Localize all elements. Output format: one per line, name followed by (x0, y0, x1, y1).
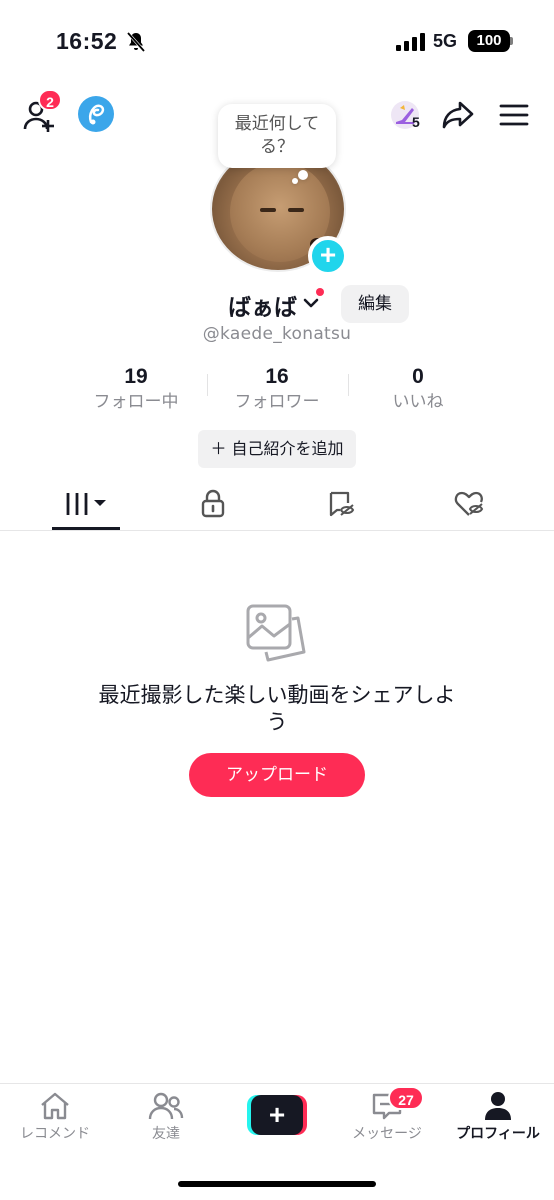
tab-liked[interactable] (434, 482, 504, 526)
stat-followers[interactable]: 16 フォロワー (207, 364, 347, 414)
following-count: 19 (124, 365, 148, 388)
nav-divider (0, 1083, 554, 1084)
profile-icon (485, 1092, 511, 1120)
edit-profile-button[interactable]: 編集 (341, 285, 409, 323)
dog-eye-left (260, 208, 276, 212)
display-name[interactable]: ばぁば (228, 288, 297, 322)
empty-state-message: 最近撮影した楽しい動画をシェアしよう (98, 683, 456, 734)
nav-label-home: レコメンド (20, 1126, 90, 1142)
status-bar: 16:52 5G 100 (0, 0, 554, 80)
likes-label: いいね (392, 392, 444, 412)
hidden-repost-icon (329, 491, 355, 517)
app-shortcut-icon[interactable] (78, 96, 114, 132)
lock-icon (201, 489, 225, 518)
bubble-tail (298, 170, 308, 180)
status-bubble[interactable]: 最近何してる？ (218, 104, 336, 168)
level-number: 5 (412, 114, 420, 130)
battery-icon: 100 (468, 30, 510, 52)
tab-videos[interactable] (52, 482, 122, 526)
dog-eye-right (288, 208, 304, 212)
nav-item-friends[interactable]: 友達 (111, 1090, 221, 1150)
add-bio-button[interactable]: ＋ 自己紹介を追加 (198, 430, 356, 468)
following-label: フォロー中 (93, 392, 179, 412)
signal-icon (396, 33, 425, 51)
friend-requests-badge: 2 (38, 89, 62, 111)
grid-icon (66, 493, 106, 515)
messages-badge: 27 (388, 1086, 424, 1110)
stat-following[interactable]: 19 フォロー中 (66, 364, 206, 414)
battery-level: 100 (476, 32, 502, 49)
hidden-liked-icon (454, 491, 484, 516)
nav-item-profile[interactable]: プロフィール (443, 1090, 553, 1150)
nav-label-inbox: メッセージ (352, 1126, 422, 1142)
nav-label-profile: プロフィール (456, 1126, 540, 1142)
username: @kaede_konatsu (202, 324, 352, 344)
tab-private[interactable] (178, 482, 248, 526)
create-button[interactable]: + (247, 1095, 307, 1135)
tab-reposts[interactable] (306, 482, 376, 526)
share-profile-button[interactable] (440, 98, 476, 132)
swirl-icon (89, 104, 105, 125)
followers-label: フォロワー (234, 392, 320, 412)
nav-item-inbox[interactable]: メッセージ (332, 1090, 442, 1150)
bubble-tail-small (292, 178, 298, 184)
status-time: 16:52 (56, 28, 118, 54)
status-bubble-text: 最近何してる？ (234, 114, 320, 157)
stat-likes[interactable]: 0 いいね (348, 364, 488, 414)
friends-icon (148, 1092, 184, 1120)
nav-label-friends: 友達 (152, 1126, 180, 1142)
menu-button[interactable] (498, 100, 530, 130)
hamburger-menu-icon (499, 104, 529, 126)
upload-button[interactable]: アップロード (189, 753, 365, 797)
followers-count: 16 (265, 365, 289, 388)
likes-count: 0 (412, 365, 424, 388)
add-story-button[interactable]: + (308, 236, 348, 276)
tab-divider (0, 530, 554, 531)
notification-dot (316, 288, 324, 296)
bell-muted-icon (126, 32, 146, 52)
home-indicator[interactable] (178, 1181, 376, 1187)
share-arrow-icon (442, 101, 474, 129)
home-icon (41, 1092, 69, 1120)
chevron-down-icon[interactable] (302, 296, 320, 310)
plus-icon: + (251, 1095, 303, 1135)
battery-cap (510, 37, 513, 45)
photos-icon (246, 604, 306, 662)
nav-item-home[interactable]: レコメンド (0, 1090, 110, 1150)
network-type: 5G (433, 31, 458, 51)
